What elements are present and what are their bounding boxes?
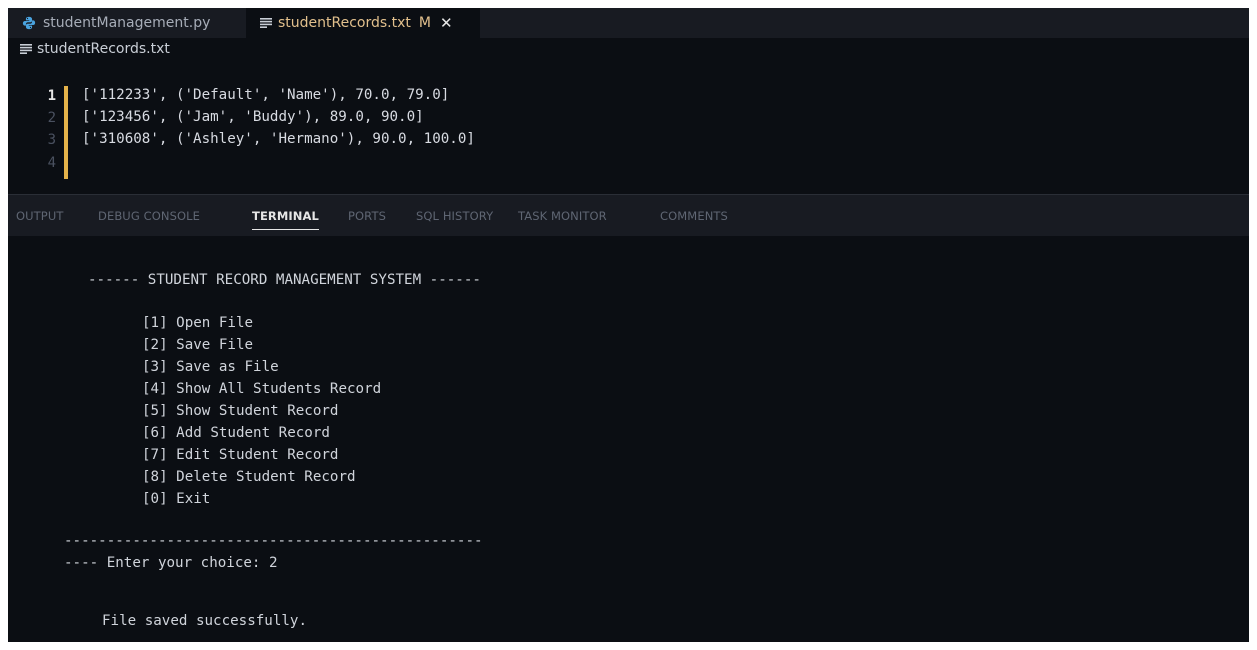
tab-comments[interactable]: COMMENTS [660, 195, 728, 236]
menu-item: [8] Delete Student Record [142, 469, 356, 485]
tab-student-management[interactable]: studentManagement.py [8, 8, 246, 38]
menu-item: [5] Show Student Record [142, 403, 339, 419]
modified-indicator: M [418, 15, 431, 31]
close-icon[interactable]: ✕ [440, 14, 453, 32]
code-line[interactable]: ['112233', ('Default', 'Name'), 70.0, 79… [82, 87, 449, 103]
tab-sql-history[interactable]: SQL HISTORY [416, 195, 493, 236]
menu-item: [4] Show All Students Record [142, 381, 382, 397]
breadcrumb-file: studentRecords.txt [37, 41, 170, 57]
panel-tab-bar: OUTPUT DEBUG CONSOLE TERMINAL PORTS SQL … [8, 194, 1257, 236]
text-file-icon [20, 44, 32, 54]
line-number: 3 [47, 132, 56, 148]
menu-item: [7] Edit Student Record [142, 447, 339, 463]
line-number: 2 [47, 110, 56, 126]
menu-item: [2] Save File [142, 337, 254, 353]
line-number: 1 [47, 88, 56, 104]
menu-item: [6] Add Student Record [142, 425, 330, 441]
terminal-panel[interactable]: ------ STUDENT RECORD MANAGEMENT SYSTEM … [8, 236, 1257, 650]
tab-ports[interactable]: PORTS [348, 195, 386, 236]
choice-prompt: ---- Enter your choice: 2 [64, 555, 278, 571]
code-editor[interactable]: 1 ['112233', ('Default', 'Name'), 70.0, … [8, 60, 1257, 194]
menu-item: [1] Open File [142, 315, 254, 331]
terminal-title: ------ STUDENT RECORD MANAGEMENT SYSTEM … [88, 272, 481, 288]
tab-label: studentRecords.txt [278, 15, 411, 31]
git-change-marker [64, 86, 68, 179]
editor-tab-bar: studentManagement.py studentRecords.txt … [8, 8, 1257, 38]
menu-item: [3] Save as File [142, 359, 279, 375]
text-file-icon [260, 18, 272, 28]
tab-debug-console[interactable]: DEBUG CONSOLE [98, 195, 200, 236]
tab-terminal[interactable]: TERMINAL [252, 195, 319, 236]
tab-student-records[interactable]: studentRecords.txt M ✕ [246, 8, 480, 38]
tab-label: studentManagement.py [43, 15, 211, 31]
breadcrumb[interactable]: studentRecords.txt [8, 38, 1257, 60]
python-icon [22, 16, 36, 30]
tab-output[interactable]: OUTPUT [16, 195, 63, 236]
line-number: 4 [47, 155, 56, 171]
code-line[interactable]: ['310608', ('Ashley', 'Hermano'), 90.0, … [82, 131, 475, 147]
tab-task-monitor[interactable]: TASK MONITOR [518, 195, 607, 236]
separator-line: ----------------------------------------… [64, 533, 483, 549]
status-message: File saved successfully. [102, 613, 307, 629]
menu-item: [0] Exit [142, 491, 211, 507]
code-line[interactable]: ['123456', ('Jam', 'Buddy'), 89.0, 90.0] [82, 109, 424, 125]
